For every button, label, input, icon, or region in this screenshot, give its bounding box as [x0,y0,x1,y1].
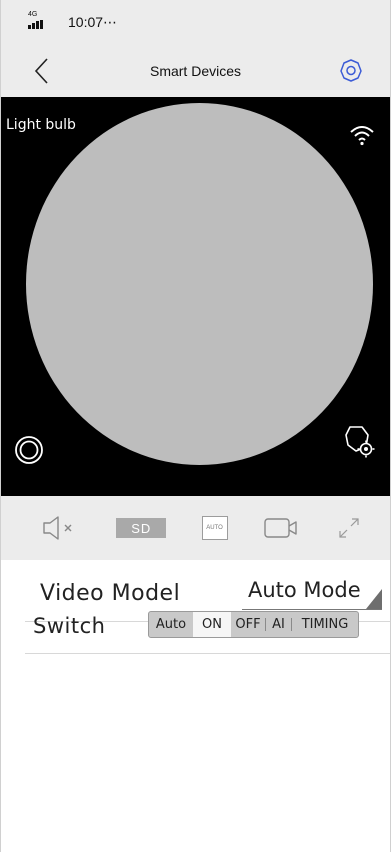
speaker-mute-icon [43,516,72,540]
quality-sd-button[interactable]: SD [116,518,167,538]
wifi-icon [350,126,374,146]
switch-option-on[interactable]: ON [193,612,231,637]
auto-label: AUTO [201,516,228,540]
dropdown-arrow-icon [366,589,382,609]
settings-button[interactable] [338,58,364,84]
network-type: 4G [28,11,38,18]
switch-option-ai[interactable]: AI [266,612,291,637]
chevron-left-icon [34,58,48,84]
video-mode-select[interactable]: Auto Mode [242,577,382,610]
expand-icon [339,518,359,538]
ptz-settings-button[interactable] [344,423,376,459]
switch-segmented-control: Auto ON OFF AI TIMING [148,611,359,638]
device-name: Light bulb [6,117,76,133]
video-toolbar: SD AUTO [1,496,390,560]
video-preview-area[interactable]: Light bulb [1,97,390,496]
status-bar: 4G 10:07⋯ [1,0,390,44]
snapshot-icon [15,436,43,464]
snapshot-button[interactable] [14,435,44,465]
record-button[interactable] [263,516,301,540]
page-title: Smart Devices [149,62,242,79]
switch-option-auto[interactable]: Auto [149,612,193,637]
status-time: 10:07⋯ [68,13,118,30]
auto-button[interactable]: AUTO [201,516,228,540]
video-view[interactable] [26,103,373,465]
switch-option-timing[interactable]: TIMING [292,612,358,637]
fullscreen-button[interactable] [336,515,362,541]
switch-label: Switch [33,614,106,638]
cellular-signal-icon: 4G [28,11,48,30]
switch-row: Switch Auto ON OFF AI TIMING [25,611,390,654]
gear-icon [340,59,362,82]
video-model-label: Video Model [40,580,181,606]
ptz-settings-icon [345,426,375,458]
back-button[interactable] [31,56,55,86]
nav-bar: Smart Devices [1,44,390,97]
mute-button[interactable] [41,515,81,541]
video-mode-value: Auto Mode [248,578,361,602]
switch-option-off[interactable]: OFF [231,612,265,637]
quality-label: SD [116,518,167,538]
video-camera-icon [264,518,297,538]
